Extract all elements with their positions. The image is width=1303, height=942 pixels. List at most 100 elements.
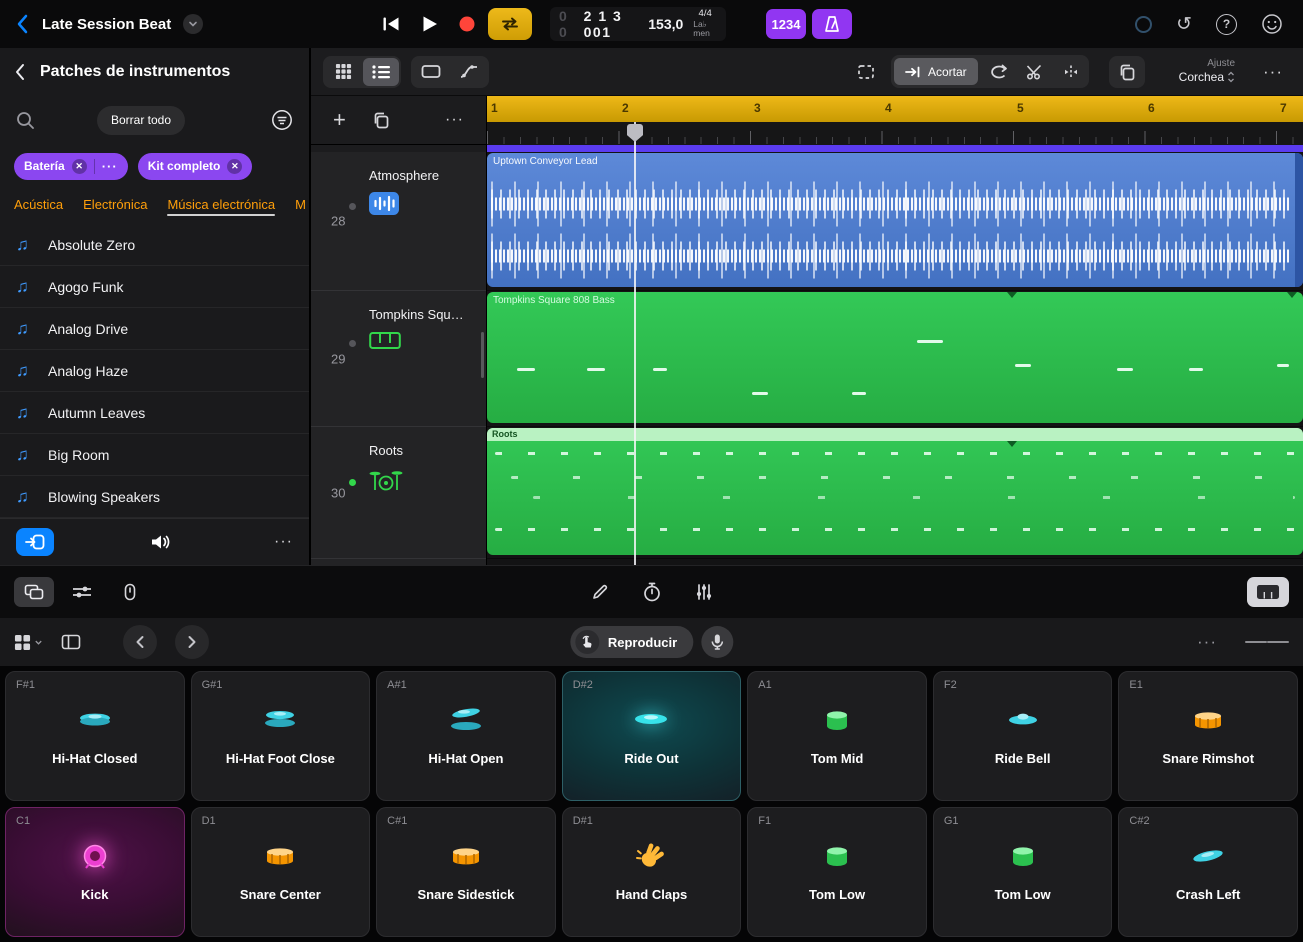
cycle-range-band[interactable]: 1 2 3 4 5 6 7: [487, 96, 1303, 122]
track-header-28[interactable]: 28 Atmosphere: [311, 152, 486, 291]
patch-item[interactable]: ♫Agogo Funk: [0, 266, 309, 308]
resize-handle[interactable]: [1245, 637, 1289, 647]
help-button[interactable]: ?: [1216, 14, 1237, 35]
duplicate-track-button[interactable]: [372, 111, 390, 129]
arrangement-marker-strip[interactable]: [487, 145, 1303, 152]
patch-item[interactable]: ♫Absolute Zero: [0, 224, 309, 266]
loop-tool-button[interactable]: [984, 58, 1014, 85]
lcd-display[interactable]: 0 0 2 1 3 001 153,0 4/4 La♭ men: [550, 7, 726, 41]
tab-truncated[interactable]: M: [295, 197, 306, 216]
chip-more-button[interactable]: ···: [102, 159, 118, 174]
pad-tom-mid[interactable]: A1 Tom Mid: [747, 671, 927, 801]
surface-view-selector[interactable]: [14, 634, 43, 651]
chip-kit-completo[interactable]: Kit completo ✕: [138, 153, 253, 180]
patch-item[interactable]: ♫Analog Drive: [0, 308, 309, 350]
record-armed-dot-icon[interactable]: [349, 479, 356, 486]
track-header-30[interactable]: 30 Roots: [311, 427, 486, 559]
search-icon[interactable]: [16, 111, 35, 130]
monitor-dot-icon[interactable]: [349, 340, 356, 347]
patch-library-toggle-button[interactable]: [16, 528, 54, 556]
playhead-position: 2 1 3 001: [584, 8, 637, 40]
count-in-button[interactable]: 1234: [766, 9, 806, 39]
previous-kit-button[interactable]: [123, 625, 157, 659]
bar-ruler[interactable]: 1 2 3 4 5 6 7: [487, 96, 1303, 145]
record-button[interactable]: [448, 7, 486, 41]
divide-tool-button[interactable]: [1056, 58, 1086, 85]
track-name: Roots: [369, 443, 481, 458]
track-header-29[interactable]: 29 Tompkins Squ…: [311, 291, 486, 427]
region-mode-button[interactable]: [413, 58, 449, 86]
pad-tom-low-g1[interactable]: G1 Tom Low: [933, 807, 1113, 937]
patch-item[interactable]: ♫Autumn Leaves: [0, 392, 309, 434]
keyboard-toggle-button[interactable]: [1247, 577, 1289, 607]
audio-region[interactable]: Uptown Conveyor Lead: [487, 153, 1303, 287]
monitor-dot-icon[interactable]: [349, 203, 356, 210]
chip-bateria[interactable]: Batería ✕ ···: [14, 153, 128, 180]
pad-snare-sidestick[interactable]: C#1 Snare Sidestick: [376, 807, 556, 937]
chip-remove-icon[interactable]: ✕: [72, 159, 87, 174]
toolbar-more-button[interactable]: ···: [1263, 62, 1283, 82]
drummer-region[interactable]: Roots: [487, 428, 1303, 555]
filter-icon[interactable]: [271, 109, 293, 131]
stopwatch-button[interactable]: [643, 582, 661, 602]
chip-remove-icon[interactable]: ✕: [227, 159, 242, 174]
go-to-beginning-button[interactable]: [372, 7, 410, 41]
account-smiley-button[interactable]: [1261, 13, 1283, 35]
split-scissors-button[interactable]: [1020, 58, 1050, 85]
sidebar-back-button[interactable]: [14, 63, 26, 81]
pad-ride-out[interactable]: D#2 Ride Out: [562, 671, 742, 801]
patch-name: Big Room: [48, 447, 109, 463]
pad-hihat-open[interactable]: A#1 Hi-Hat Open: [376, 671, 556, 801]
pad-hihat-foot-close[interactable]: G#1 Hi-Hat Foot Close: [191, 671, 371, 801]
copy-button[interactable]: [1109, 56, 1145, 88]
music-note-icon: ♫: [16, 235, 34, 255]
snap-setting[interactable]: Ajuste Corchea: [1179, 58, 1235, 84]
pad-snare-center[interactable]: D1 Snare Center: [191, 807, 371, 937]
sidebar-more-button[interactable]: ···: [274, 533, 293, 551]
panel-toggle-button[interactable]: [61, 634, 81, 650]
automation-mode-button[interactable]: [451, 58, 487, 86]
trim-button[interactable]: Acortar: [894, 58, 978, 85]
project-menu-button[interactable]: [183, 14, 203, 34]
patch-item[interactable]: ♫Big Room: [0, 434, 309, 476]
pad-ride-bell[interactable]: F2 Ride Bell: [933, 671, 1113, 801]
pencil-edit-button[interactable]: [591, 583, 609, 601]
input-monitor-button[interactable]: [110, 577, 150, 607]
column-scrollbar[interactable]: [481, 332, 484, 378]
patch-item[interactable]: ♫Blowing Speakers: [0, 476, 309, 518]
playhead-line[interactable]: [634, 122, 636, 565]
tracks-view-button[interactable]: [363, 58, 399, 86]
marquee-tool-button[interactable]: [851, 58, 881, 85]
pad-crash-left[interactable]: C#2 Crash Left: [1118, 807, 1298, 937]
pad-hihat-closed[interactable]: F#1 Hi-Hat Closed: [5, 671, 185, 801]
history-undo-button[interactable]: ↺: [1176, 15, 1192, 34]
tab-acustica[interactable]: Acústica: [14, 197, 63, 216]
microphone-button[interactable]: [701, 626, 733, 658]
patch-item[interactable]: ♫Analog Haze: [0, 350, 309, 392]
pad-snare-rimshot[interactable]: E1 Snare Rimshot: [1118, 671, 1298, 801]
pad-tom-low-f1[interactable]: F1 Tom Low: [747, 807, 927, 937]
cycle-button[interactable]: [488, 8, 532, 40]
play-mode-button[interactable]: Reproducir: [570, 626, 693, 658]
faders-button[interactable]: [695, 583, 713, 601]
mixer-toggle-button[interactable]: [62, 577, 102, 607]
tab-musica-electronica[interactable]: Música electrónica: [167, 197, 275, 216]
preview-volume-icon[interactable]: [150, 533, 172, 551]
clear-all-button[interactable]: Borrar todo: [97, 106, 185, 135]
midi-region[interactable]: Tompkins Square 808 Bass: [487, 292, 1303, 423]
pad-kick[interactable]: C1 Kick: [5, 807, 185, 937]
pad-hand-claps[interactable]: D#1 Hand Claps: [562, 807, 742, 937]
tab-electronica[interactable]: Electrónica: [83, 197, 147, 216]
play-button[interactable]: [410, 7, 448, 41]
next-kit-button[interactable]: [175, 625, 209, 659]
back-button[interactable]: [16, 14, 30, 34]
track-column-more-button[interactable]: ···: [445, 111, 464, 129]
grid-view-button[interactable]: [325, 58, 361, 86]
metronome-button[interactable]: [812, 9, 852, 39]
tracks-area: Acortar Ajuste Corchea ··· + ···: [311, 48, 1303, 565]
add-track-button[interactable]: +: [333, 107, 346, 133]
browser-toggle-button[interactable]: [14, 577, 54, 607]
surface-more-button[interactable]: ···: [1197, 632, 1217, 652]
pad-note-label: C#2: [1129, 815, 1149, 827]
pad-note-label: G1: [944, 815, 959, 827]
